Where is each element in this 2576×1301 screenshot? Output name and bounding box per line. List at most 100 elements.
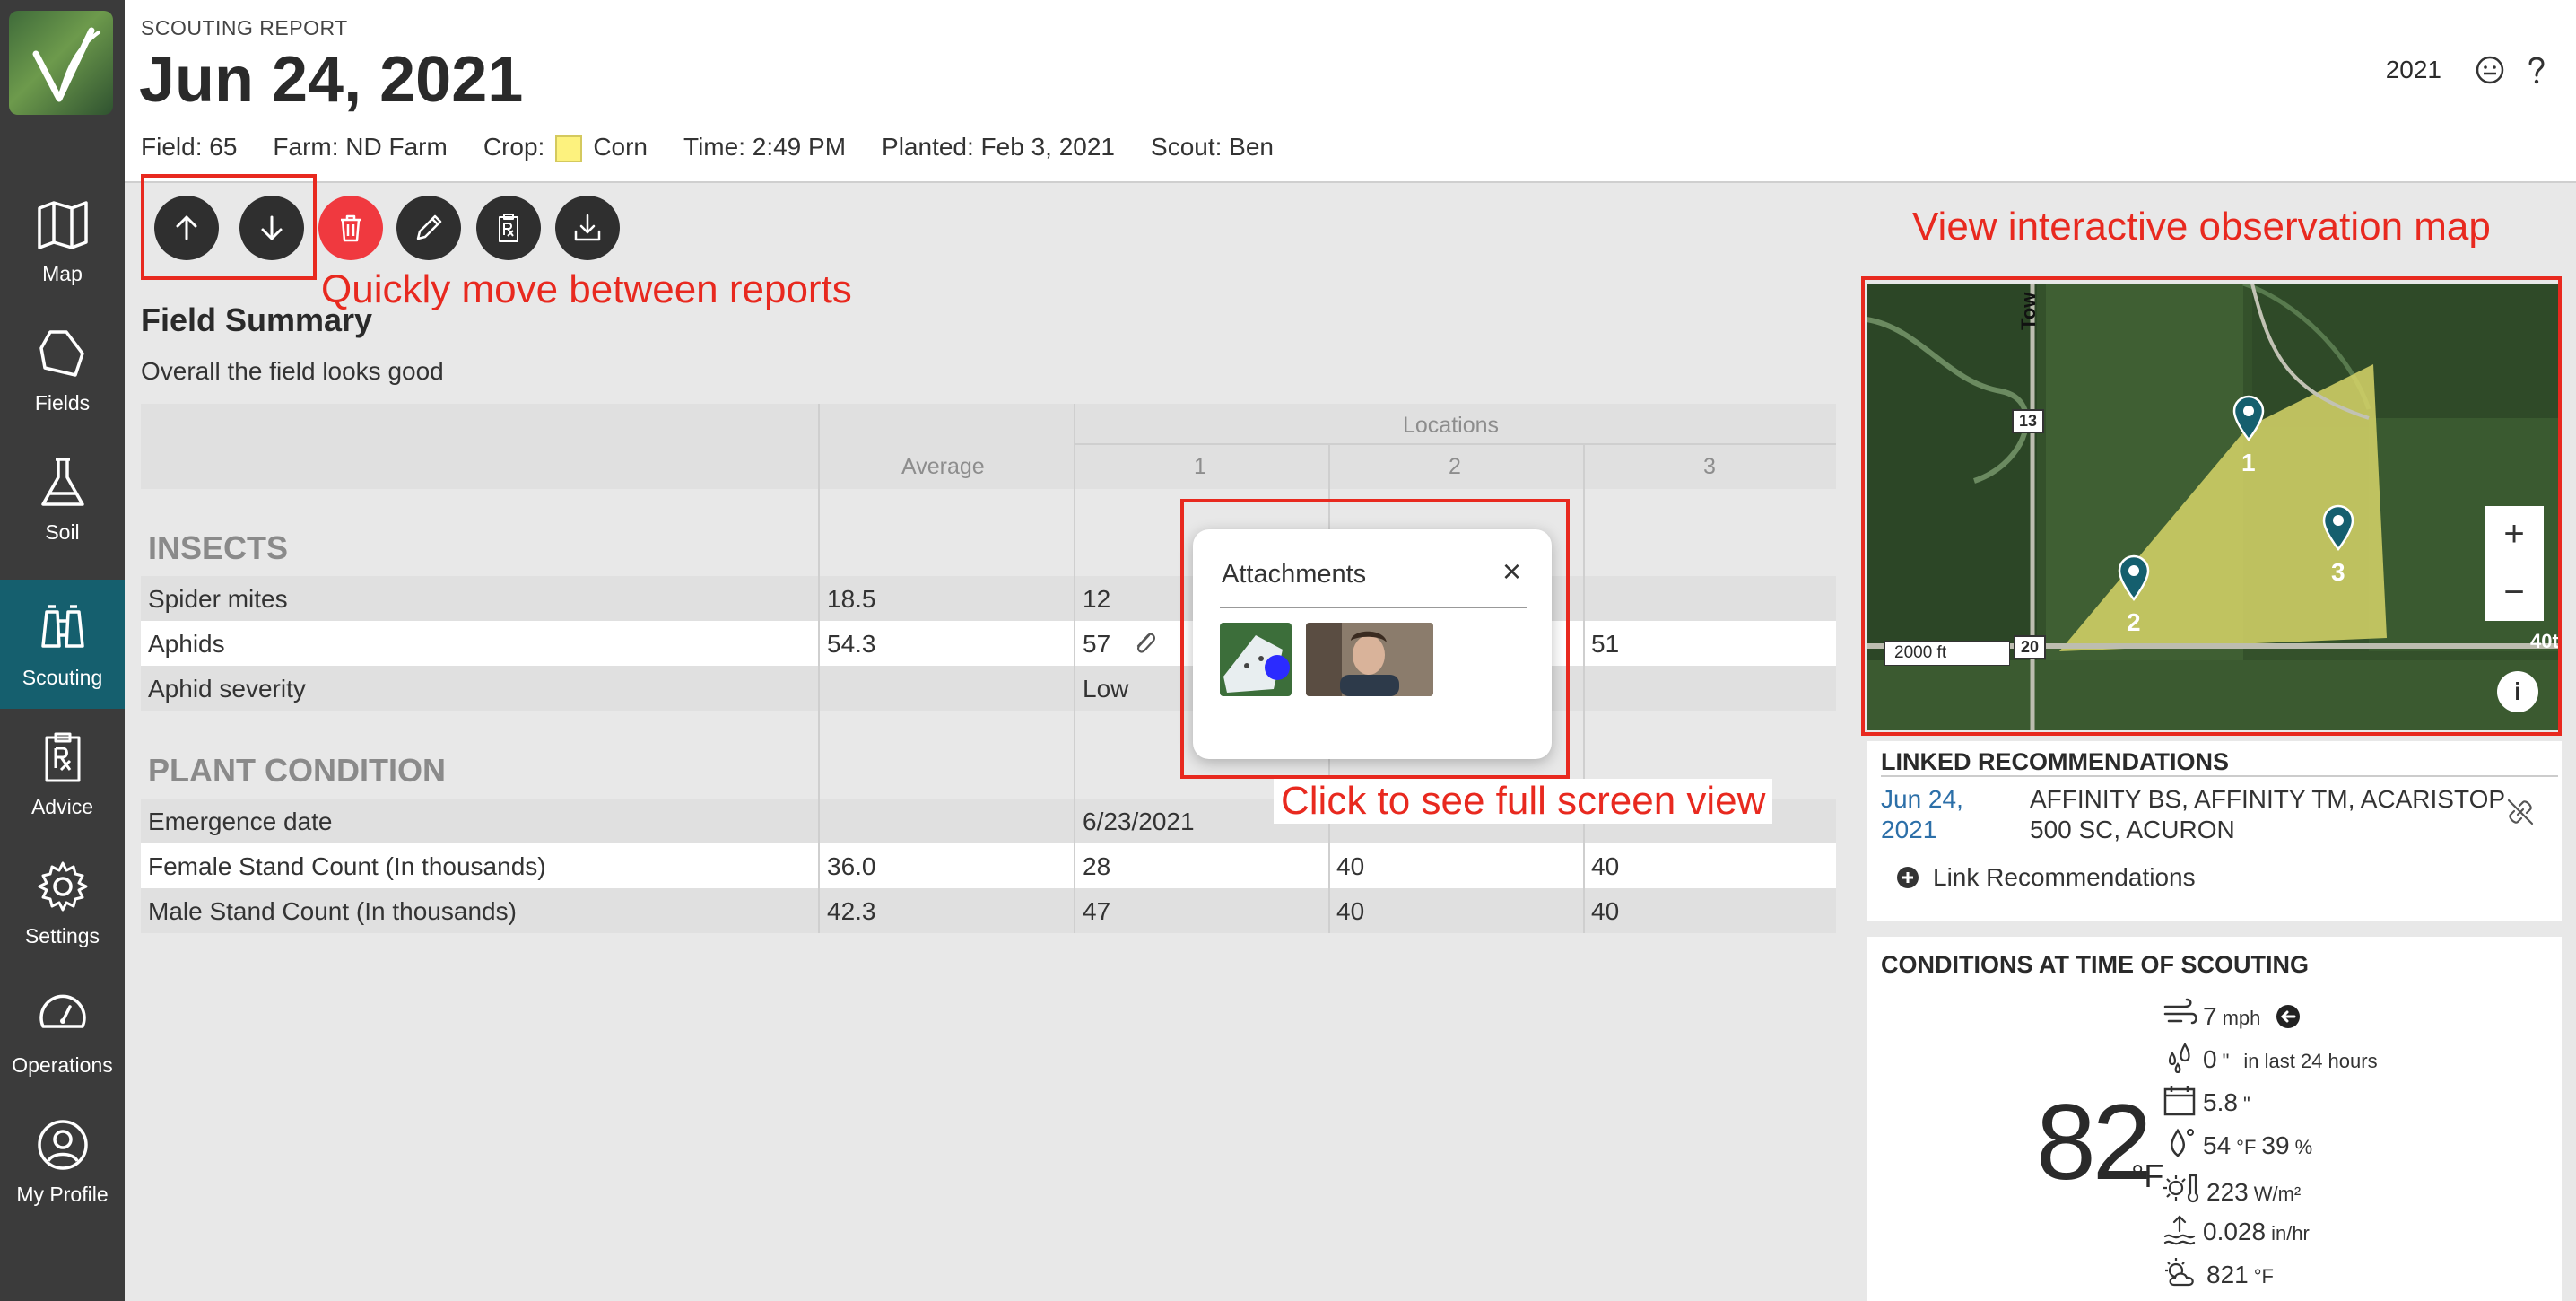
sidebar-item-fields[interactable]: Fields <box>0 305 125 434</box>
sidebar-item-label: Operations <box>12 1052 113 1077</box>
map-callout-box <box>1861 276 2562 736</box>
row-label: Aphids <box>148 630 225 658</box>
crop-meta: Crop: Corn <box>483 133 648 162</box>
sun-thermometer-icon <box>2163 1174 2199 1203</box>
sidebar-item-advice[interactable]: Advice <box>0 709 125 838</box>
delete-report-button[interactable] <box>318 196 383 260</box>
rainfall-value: 0 <box>2203 1045 2217 1073</box>
solar-radiation-unit: W/m² <box>2253 1183 2302 1205</box>
raindrops-icon <box>2168 1042 2190 1073</box>
sidebar-item-label: My Profile <box>16 1182 109 1206</box>
row-label: Spider mites <box>148 585 288 613</box>
user-icon <box>37 1119 88 1170</box>
farm-meta: Farm: ND Farm <box>273 133 448 162</box>
wind-unit: mph <box>2222 1007 2261 1029</box>
binoculars-icon <box>40 604 84 648</box>
table-header-row <box>141 404 1836 489</box>
recommendation-date-line: 2021 <box>1881 816 1937 843</box>
locations-header-divider <box>1074 443 1836 445</box>
solar-radiation-condition: 223 W/m² <box>2162 1165 2301 1207</box>
planted-meta: Planted: Feb 3, 2021 <box>882 133 1116 162</box>
row-label: Emergence date <box>148 808 333 835</box>
navigation-callout-box <box>141 174 317 280</box>
report-meta: Field: 65 Farm: ND Farm Crop: Corn Time: … <box>141 133 1274 162</box>
sidebar-item-operations[interactable]: Operations <box>0 967 125 1096</box>
plant-condition-group-heading: PLANT CONDITION <box>148 752 446 789</box>
sun-cloud-icon <box>2165 1258 2194 1287</box>
sidebar-item-label: Soil <box>45 520 80 544</box>
link-recommendations-button[interactable]: Link Recommendations <box>1895 863 2196 892</box>
field-summary-title: Field Summary <box>141 301 373 338</box>
year-selector[interactable]: 2021 <box>2386 56 2441 84</box>
evapotranspiration-unit: in/hr <box>2271 1222 2310 1244</box>
evapotranspiration-condition: 0.028 in/hr <box>2162 1208 2310 1246</box>
location-2-header: 2 <box>1449 454 1461 479</box>
location-3-cell: 51 <box>1591 630 1620 658</box>
recommendation-products-line: 500 SC, ACURON <box>2030 816 2235 843</box>
crop-label: Crop: <box>483 133 545 161</box>
sidebar-item-map[interactable]: Map <box>0 176 125 305</box>
evaporation-icon <box>2163 1215 2196 1245</box>
linked-recommendations-title: LINKED RECOMMENDATIONS <box>1881 748 2229 775</box>
column-divider <box>1583 443 1585 933</box>
sidebar-item-soil[interactable]: Soil <box>0 434 125 563</box>
unlink-icon[interactable] <box>2505 797 2536 827</box>
location-1-cell: 12 <box>1083 585 1111 613</box>
recommendation-products: AFFINITY BS, AFFINITY TM, ACARISTOP 500 … <box>2030 784 2505 845</box>
panel-divider <box>1881 775 2558 777</box>
sidebar-item-my-profile[interactable]: My Profile <box>0 1096 125 1226</box>
column-divider <box>818 404 820 933</box>
gear-icon <box>38 861 87 911</box>
help-icon[interactable] <box>2519 52 2554 88</box>
flask-icon <box>40 457 84 506</box>
recommendation-date-line: Jun 24, <box>1881 785 1963 813</box>
growing-degree-days-value: 821 <box>2206 1261 2249 1288</box>
map-icon <box>37 200 88 249</box>
download-report-button[interactable] <box>555 196 620 260</box>
fields-icon <box>39 329 84 377</box>
relative-humidity-value: 39 <box>2261 1131 2290 1159</box>
calendar-icon <box>2163 1086 2196 1116</box>
link-recommendations-label: Link Recommendations <box>1933 863 2196 891</box>
table-row: Aphids 54.3 57 51 <box>141 621 1836 666</box>
page-title: Jun 24, 2021 <box>139 44 524 116</box>
humidity-drop-icon <box>2171 1128 2194 1157</box>
prescription-icon <box>45 732 80 781</box>
feedback-smiley-icon[interactable] <box>2472 52 2508 88</box>
paperclip-icon[interactable] <box>1131 628 1158 659</box>
accumulated-rainfall-unit: " <box>2242 1093 2250 1115</box>
wind-icon <box>2163 998 2197 1025</box>
dew-point-value: 54 <box>2203 1131 2232 1159</box>
rainfall-period: in last 24 hours <box>2243 1050 2378 1072</box>
growing-degree-days-condition: 821 °F <box>2162 1251 2274 1289</box>
plus-circle-icon <box>1897 867 1919 888</box>
pencil-icon <box>416 214 442 240</box>
sidebar-item-label: Map <box>42 261 83 285</box>
sidebar-item-scouting[interactable]: Scouting <box>0 580 125 709</box>
average-cell: 18.5 <box>827 585 876 613</box>
row-label: Aphid severity <box>148 675 306 703</box>
humidity-condition: 54 °F 39% <box>2162 1122 2312 1160</box>
sidebar-item-settings[interactable]: Settings <box>0 838 125 967</box>
wind-speed: 7 <box>2203 1002 2217 1030</box>
conditions-title: CONDITIONS AT TIME OF SCOUTING <box>1881 951 2309 978</box>
row-label: Female Stand Count (In thousands) <box>148 852 546 880</box>
accumulated-rainfall-condition: 5.8 " <box>2162 1078 2250 1117</box>
rainfall-condition: 0 " in last 24 hours <box>2162 1035 2378 1074</box>
scout-meta: Scout: Ben <box>1151 133 1274 162</box>
trash-icon <box>341 214 361 242</box>
location-1-cell: 28 <box>1083 852 1111 880</box>
edit-report-button[interactable] <box>396 196 461 260</box>
recommendation-products-line: AFFINITY BS, AFFINITY TM, ACARISTOP <box>2030 785 2506 813</box>
location-1-cell: 57 <box>1083 630 1111 658</box>
create-recommendation-button[interactable] <box>476 196 541 260</box>
prescription-clipboard-icon <box>499 214 518 242</box>
average-cell: 54.3 <box>827 630 876 658</box>
wind-condition: 7 mph <box>2162 992 2302 1031</box>
average-cell: 36.0 <box>827 852 876 880</box>
conditions-panel: CONDITIONS AT TIME OF SCOUTING <box>1867 937 2562 1301</box>
table-row: Male Stand Count (In thousands) 42.3 47 … <box>141 888 1836 933</box>
row-label: Male Stand Count (In thousands) <box>148 897 517 925</box>
app-logo[interactable] <box>9 11 113 115</box>
recommendation-date-link[interactable]: Jun 24, 2021 <box>1881 784 1963 845</box>
